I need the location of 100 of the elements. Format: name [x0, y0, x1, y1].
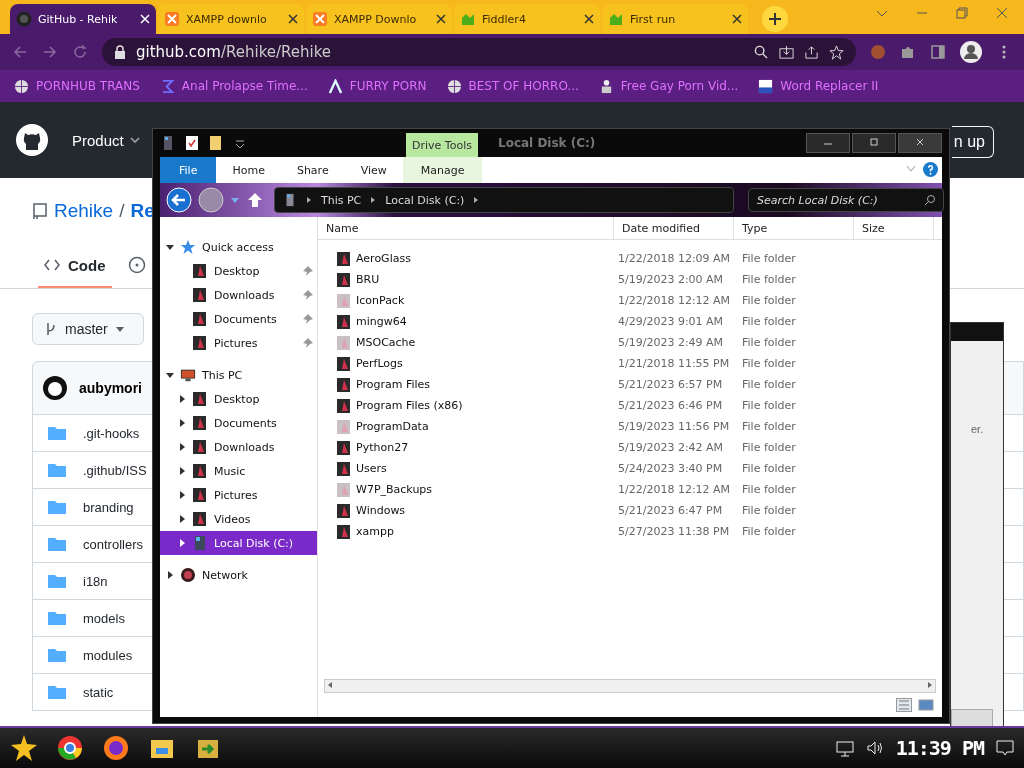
- browser-tab[interactable]: XAMPP Downlo: [306, 4, 452, 34]
- star-icon[interactable]: [829, 44, 844, 60]
- large-icons-view-icon[interactable]: [918, 698, 934, 712]
- volume-icon[interactable]: [865, 739, 884, 757]
- reload-icon[interactable]: [72, 44, 88, 60]
- sign-up-button[interactable]: n up: [952, 126, 994, 158]
- bookmark[interactable]: Anal Prolapse Time...: [159, 78, 308, 94]
- github-logo-icon[interactable]: [16, 124, 48, 156]
- browser-tab[interactable]: XAMPP downlo: [158, 4, 304, 34]
- breadcrumb-item[interactable]: Local Disk (C:): [385, 193, 465, 207]
- forward-icon[interactable]: [198, 187, 224, 213]
- folder-name[interactable]: controllers: [83, 536, 143, 552]
- collapsed-arrow-icon[interactable]: [178, 539, 186, 547]
- file-row[interactable]: AeroGlass 1/22/2018 12:09 AM File folder: [318, 248, 942, 269]
- close-icon[interactable]: [288, 14, 298, 24]
- tree-item[interactable]: Documents: [160, 307, 317, 331]
- ribbon-tab[interactable]: View: [344, 157, 403, 183]
- back-icon[interactable]: [166, 187, 192, 213]
- folder-name[interactable]: static: [83, 684, 114, 700]
- column-header[interactable]: Date modified: [614, 217, 734, 239]
- file-row[interactable]: BRU 5/19/2023 2:00 AM File folder: [318, 269, 942, 290]
- close-icon[interactable]: [436, 14, 446, 24]
- new-folder-icon[interactable]: [208, 135, 224, 151]
- tree-item[interactable]: Downloads: [160, 283, 317, 307]
- tree-item[interactable]: Downloads: [160, 435, 317, 459]
- tree-item[interactable]: This PC: [160, 363, 317, 387]
- bookmark[interactable]: FURRY PORN: [327, 78, 427, 94]
- bookmark[interactable]: Word Replacer II: [758, 78, 879, 94]
- collapsed-arrow-icon[interactable]: [178, 515, 186, 523]
- collapsed-arrow-icon[interactable]: [178, 443, 186, 451]
- maximize-button[interactable]: [852, 133, 896, 153]
- tree-item[interactable]: Pictures: [160, 331, 317, 355]
- folder-name[interactable]: models: [83, 610, 125, 626]
- tree-item[interactable]: Network: [160, 563, 317, 587]
- search-icon[interactable]: [754, 44, 769, 60]
- folder-name[interactable]: .git-hooks: [83, 425, 140, 441]
- expanded-arrow-icon[interactable]: [166, 243, 174, 251]
- start-icon[interactable]: [10, 734, 38, 762]
- folder-name[interactable]: i18n: [83, 573, 108, 589]
- browser-tab[interactable]: First run: [602, 4, 748, 34]
- horizontal-scrollbar[interactable]: [324, 679, 936, 693]
- file-row[interactable]: MSOCache 5/19/2023 2:49 AM File folder: [318, 332, 942, 353]
- file-row[interactable]: ProgramData 5/19/2023 11:56 PM File folder: [318, 416, 942, 437]
- firefox-icon[interactable]: [102, 734, 130, 762]
- tree-item[interactable]: Desktop: [160, 387, 317, 411]
- branch-button[interactable]: master: [32, 313, 144, 345]
- tree-item[interactable]: Quick access: [160, 235, 317, 259]
- file-row[interactable]: Program Files (x86) 5/21/2023 6:46 PM File folder: [318, 395, 942, 416]
- profile-icon[interactable]: [960, 41, 982, 63]
- collapsed-arrow-icon[interactable]: [178, 419, 186, 427]
- file-row[interactable]: mingw64 4/29/2023 9:01 AM File folder: [318, 311, 942, 332]
- up-arrow-icon[interactable]: [246, 191, 264, 209]
- tree-item[interactable]: Videos: [160, 507, 317, 531]
- collapsed-arrow-icon[interactable]: [166, 571, 174, 579]
- collapsed-arrow-icon[interactable]: [178, 491, 186, 499]
- forward-icon[interactable]: [42, 44, 58, 60]
- help-icon[interactable]: [923, 162, 938, 177]
- notification-icon[interactable]: [996, 739, 1014, 757]
- file-row[interactable]: IconPack 1/22/2018 12:12 AM File folder: [318, 290, 942, 311]
- folder-name[interactable]: modules: [83, 647, 133, 663]
- tree-item[interactable]: Music: [160, 459, 317, 483]
- folder-name[interactable]: .github/ISS: [83, 462, 147, 478]
- ribbon-tab[interactable]: Share: [280, 157, 345, 183]
- search-field[interactable]: Search Local Disk (C:): [748, 188, 944, 212]
- network-icon[interactable]: [835, 739, 854, 757]
- tree-item[interactable]: Local Disk (C:): [160, 531, 317, 555]
- clock[interactable]: 11:39 PM: [895, 736, 984, 760]
- repo-tab[interactable]: Code: [38, 244, 112, 288]
- ribbon-tab[interactable]: Home: [216, 157, 281, 183]
- file-row[interactable]: PerfLogs 1/21/2018 11:55 PM File folder: [318, 353, 942, 374]
- column-header[interactable]: Name: [318, 217, 614, 239]
- chevron-down-icon[interactable]: [906, 165, 916, 173]
- file-row[interactable]: Windows 5/21/2023 6:47 PM File folder: [318, 500, 942, 521]
- bookmark[interactable]: BEST OF HORRO...: [446, 78, 579, 94]
- file-row[interactable]: xampp 5/27/2023 11:38 PM File folder: [318, 521, 942, 542]
- product-menu[interactable]: Product: [72, 131, 140, 149]
- issue-icon[interactable]: [127, 256, 146, 274]
- file-row[interactable]: Users 5/24/2023 3:40 PM File folder: [318, 458, 942, 479]
- install-icon[interactable]: [779, 44, 794, 60]
- column-header[interactable]: Size: [854, 217, 934, 239]
- properties-icon[interactable]: [184, 135, 200, 151]
- restore-icon[interactable]: [956, 7, 968, 19]
- file-row[interactable]: Python27 5/19/2023 2:42 AM File folder: [318, 437, 942, 458]
- side-panel-icon[interactable]: [930, 44, 946, 60]
- address-bar[interactable]: This PC Local Disk (C:): [274, 187, 734, 213]
- bookmark[interactable]: Free Gay Porn Vid...: [598, 78, 739, 94]
- column-header[interactable]: Type: [734, 217, 854, 239]
- repo-owner-link[interactable]: Rehike: [54, 200, 114, 222]
- collapsed-arrow-icon[interactable]: [178, 395, 186, 403]
- file-row[interactable]: W7P_Backups 1/22/2018 12:12 AM File folder: [318, 479, 942, 500]
- folder-name[interactable]: branding: [83, 499, 134, 515]
- chrome-icon[interactable]: [56, 734, 84, 762]
- address-bar[interactable]: github.com/Rehike/Rehike: [102, 38, 856, 66]
- browser-tab[interactable]: Fiddler4: [454, 4, 600, 34]
- commit-author[interactable]: aubymori: [79, 380, 142, 396]
- close-icon[interactable]: [732, 14, 742, 24]
- close-icon[interactable]: [584, 14, 594, 24]
- tree-item[interactable]: Desktop: [160, 259, 317, 283]
- share-icon[interactable]: [804, 44, 819, 60]
- browser-tab[interactable]: GitHub - Rehik: [10, 4, 156, 34]
